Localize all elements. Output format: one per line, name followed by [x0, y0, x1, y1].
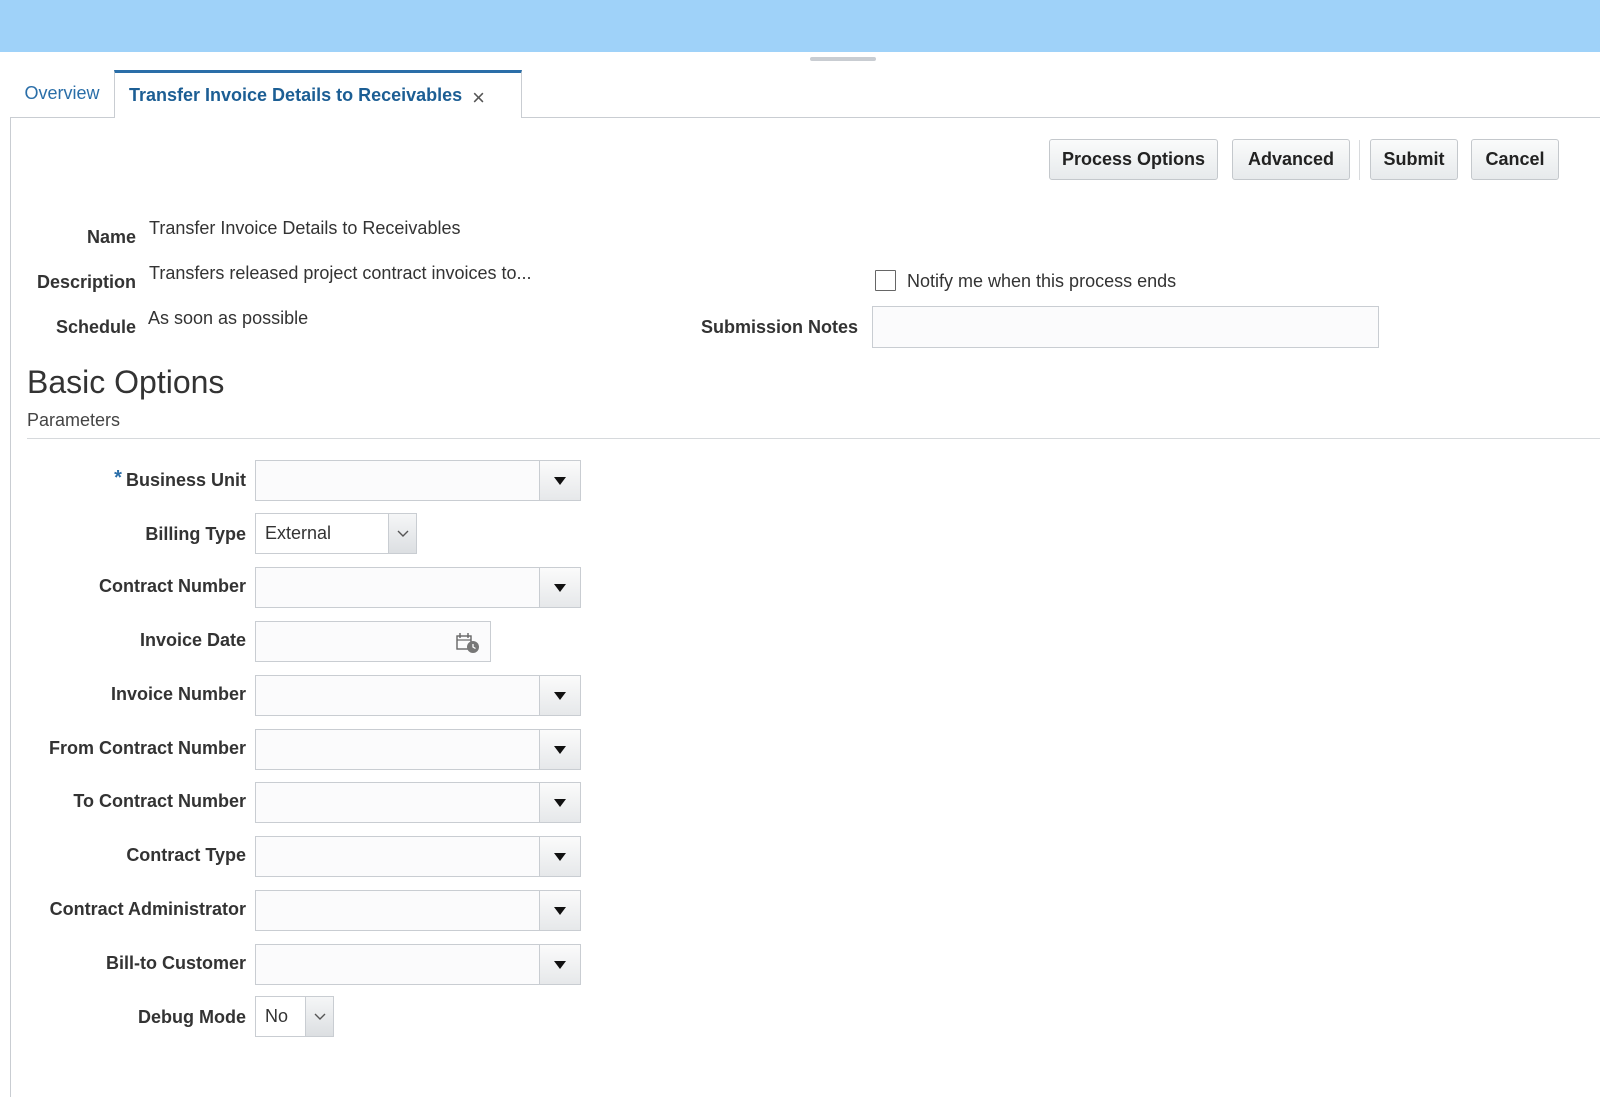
process-options-label: Process Options	[1061, 149, 1206, 169]
to-contract-number-dropdown-button[interactable]	[539, 782, 581, 823]
invoice-number-input[interactable]	[255, 675, 539, 716]
dropdown-arrow-icon	[554, 906, 566, 915]
name-label: Name	[86, 227, 136, 247]
splitter-handle[interactable]	[810, 57, 876, 61]
contract-type-dropdown-button[interactable]	[539, 836, 581, 877]
business-unit-dropdown-button[interactable]	[539, 460, 581, 501]
to-contract-number-label: To Contract Number	[73, 791, 246, 811]
dropdown-arrow-icon	[554, 798, 566, 807]
notify-checkbox[interactable]	[875, 270, 896, 291]
contract-administrator-input[interactable]	[255, 890, 539, 931]
dropdown-arrow-icon	[554, 476, 566, 485]
dropdown-arrow-icon	[554, 745, 566, 754]
name-value: Transfer Invoice Details to Receivables	[149, 218, 461, 238]
business-unit-label: * Business Unit	[114, 467, 246, 491]
to-contract-number-input[interactable]	[255, 782, 539, 823]
tab-overview[interactable]: Overview	[10, 70, 114, 118]
invoice-date-label: Invoice Date	[139, 630, 246, 650]
top-banner	[0, 0, 1600, 52]
dropdown-arrow-icon	[554, 960, 566, 969]
bill-to-customer-combobox[interactable]	[255, 944, 581, 985]
invoice-number-combobox[interactable]	[255, 675, 581, 716]
submission-notes-label: Submission Notes	[700, 317, 858, 337]
invoice-number-dropdown-button[interactable]	[539, 675, 581, 716]
section-title: Basic Options	[27, 364, 225, 400]
billing-type-select[interactable]: External	[255, 513, 417, 554]
toolbar-separator	[1359, 140, 1360, 180]
from-contract-number-label: From Contract Number	[48, 738, 246, 758]
contract-type-input[interactable]	[255, 836, 539, 877]
submit-label: Submit	[1383, 149, 1445, 169]
cancel-button[interactable]: Cancel	[1471, 139, 1559, 180]
chevron-down-icon[interactable]	[305, 997, 333, 1036]
billing-type-value: External	[265, 523, 332, 543]
section-divider	[27, 438, 1600, 439]
contract-number-label: Contract Number	[98, 576, 246, 596]
close-icon[interactable]: ×	[472, 86, 485, 109]
contract-administrator-label: Contract Administrator	[49, 899, 246, 919]
billing-type-label: Billing Type	[145, 524, 246, 544]
bill-to-customer-dropdown-button[interactable]	[539, 944, 581, 985]
business-unit-label-text: Business Unit	[125, 470, 246, 490]
business-unit-combobox[interactable]	[255, 460, 581, 501]
description-value: Transfers released project contract invo…	[149, 263, 532, 283]
debug-mode-value: No	[265, 1006, 289, 1026]
bill-to-customer-input[interactable]	[255, 944, 539, 985]
to-contract-number-combobox[interactable]	[255, 782, 581, 823]
from-contract-number-combobox[interactable]	[255, 729, 581, 770]
business-unit-input[interactable]	[255, 460, 539, 501]
calendar-icon[interactable]	[456, 632, 480, 654]
dropdown-arrow-icon	[554, 691, 566, 700]
contract-administrator-dropdown-button[interactable]	[539, 890, 581, 931]
schedule-value: As soon as possible	[148, 308, 309, 328]
chevron-down-icon[interactable]	[388, 514, 416, 553]
advanced-label: Advanced	[1247, 149, 1335, 169]
debug-mode-label: Debug Mode	[138, 1007, 246, 1027]
cancel-label: Cancel	[1485, 149, 1545, 169]
description-label: Description	[36, 272, 136, 292]
required-indicator: *	[114, 467, 122, 489]
dropdown-arrow-icon	[554, 583, 566, 592]
advanced-button[interactable]: Advanced	[1232, 139, 1350, 180]
from-contract-number-dropdown-button[interactable]	[539, 729, 581, 770]
bill-to-customer-label: Bill-to Customer	[105, 953, 246, 973]
contract-administrator-combobox[interactable]	[255, 890, 581, 931]
submit-button[interactable]: Submit	[1370, 139, 1458, 180]
contract-type-combobox[interactable]	[255, 836, 581, 877]
contract-type-label: Contract Type	[126, 845, 246, 865]
notify-label: Notify me when this process ends	[907, 271, 1177, 291]
contract-number-input[interactable]	[255, 567, 539, 608]
debug-mode-select[interactable]: No	[255, 996, 334, 1037]
invoice-number-label: Invoice Number	[110, 684, 246, 704]
tab-transfer-invoice-details[interactable]: Transfer Invoice Details to Receivables …	[114, 70, 522, 118]
schedule-label: Schedule	[55, 317, 136, 337]
parameters-subheader: Parameters	[27, 410, 121, 430]
submission-notes-input[interactable]	[872, 306, 1379, 348]
tab-overview-label: Overview	[24, 83, 100, 103]
invoice-date-input[interactable]	[255, 621, 491, 662]
process-options-button[interactable]: Process Options	[1049, 139, 1218, 180]
contract-number-combobox[interactable]	[255, 567, 581, 608]
dropdown-arrow-icon	[554, 852, 566, 861]
tab-active-label: Transfer Invoice Details to Receivables	[129, 85, 463, 105]
contract-number-dropdown-button[interactable]	[539, 567, 581, 608]
from-contract-number-input[interactable]	[255, 729, 539, 770]
